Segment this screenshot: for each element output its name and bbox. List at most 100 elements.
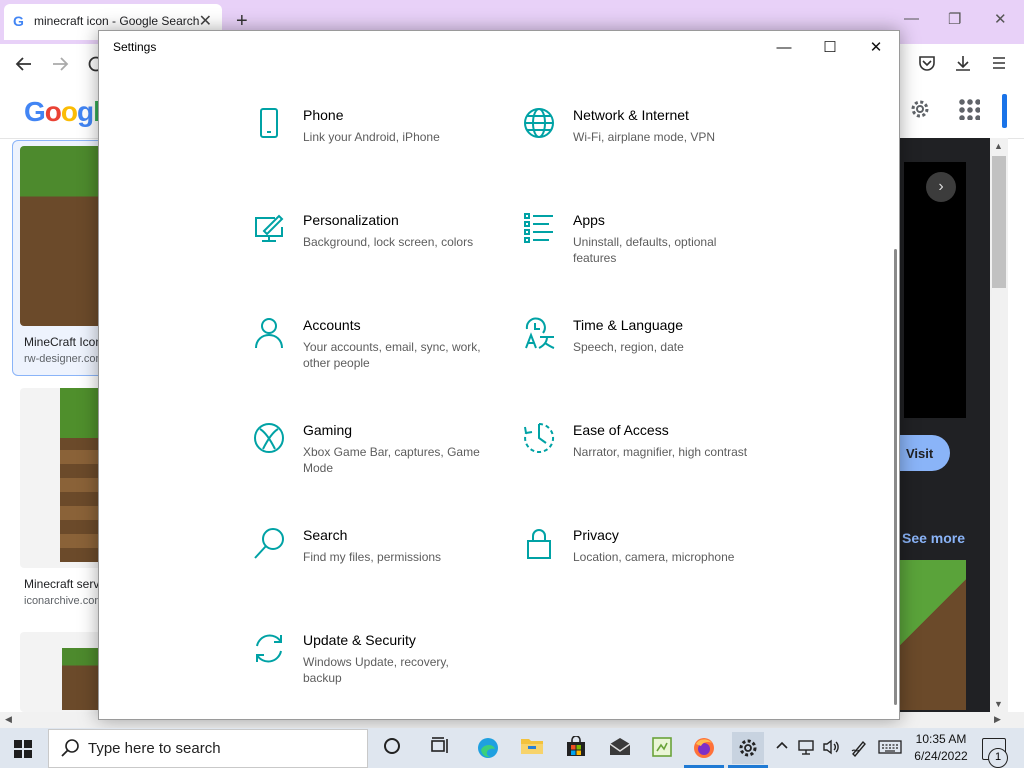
cortana-icon[interactable]	[378, 736, 406, 762]
settings-scrollbar[interactable]	[894, 249, 897, 705]
settings-tile-privacy[interactable]: Privacy Location, camera, microphone	[523, 527, 763, 617]
tab-title: minecraft icon - Google Search	[34, 14, 200, 28]
see-more-link[interactable]: See more	[902, 530, 965, 546]
scroll-left-icon[interactable]: ◀	[5, 714, 12, 725]
result-title[interactable]: Minecraft server	[24, 577, 100, 591]
pocket-icon[interactable]	[918, 54, 936, 77]
menu-icon[interactable]	[990, 54, 1008, 77]
next-arrow-icon[interactable]: ›	[926, 172, 956, 202]
gear-icon[interactable]	[908, 97, 932, 127]
settings-tile-network[interactable]: Network & Internet Wi-Fi, airplane mode,…	[523, 107, 763, 197]
firefox-icon[interactable]	[690, 736, 718, 762]
settings-tile-update-security[interactable]: Update & Security Windows Update, recove…	[253, 632, 493, 722]
maximize-button[interactable]: ☐	[807, 35, 853, 63]
tile-title: Apps	[573, 212, 605, 228]
ease-of-access-icon	[524, 422, 555, 453]
search-icon	[254, 528, 284, 559]
settings-tile-apps[interactable]: Apps Uninstall, defaults, optional featu…	[523, 212, 763, 302]
related-image[interactable]	[898, 560, 966, 710]
scroll-up-icon[interactable]: ▲	[994, 141, 1003, 151]
tile-description: Link your Android, iPhone	[303, 130, 440, 144]
system-clock[interactable]: 10:35 AM 6/24/2022	[908, 731, 974, 765]
tile-title: Phone	[303, 107, 344, 123]
apps-list-icon	[524, 213, 553, 243]
globe-icon	[524, 108, 554, 138]
sign-in-button[interactable]	[1002, 94, 1007, 128]
settings-tile-ease-of-access[interactable]: Ease of Access Narrator, magnifier, high…	[523, 422, 763, 512]
file-explorer-icon[interactable]	[518, 736, 546, 762]
notepad-plus-icon[interactable]	[648, 736, 676, 762]
visit-button[interactable]: Visit	[898, 435, 950, 471]
mail-icon[interactable]	[606, 736, 634, 762]
settings-tile-personalization[interactable]: Personalization Background, lock screen,…	[253, 212, 493, 302]
google-logo[interactable]: Googl	[24, 96, 101, 128]
person-icon	[255, 318, 283, 349]
microsoft-store-icon[interactable]	[562, 735, 590, 762]
tile-description: Location, camera, microphone	[573, 550, 735, 564]
settings-tile-accounts[interactable]: Accounts Your accounts, email, sync, wor…	[253, 317, 493, 407]
tile-description: Speech, region, date	[573, 340, 684, 354]
window-title: Settings	[113, 40, 157, 54]
settings-tile-gaming[interactable]: Gaming Xbox Game Bar, captures, Game Mod…	[253, 422, 493, 512]
clock-time: 10:35 AM	[915, 732, 967, 746]
settings-window: Settings — ☐ ✕ Phone Link your Android, …	[98, 30, 900, 720]
result-source: iconarchive.com	[24, 595, 100, 607]
minimize-button[interactable]: —	[761, 35, 807, 63]
tile-title: Time & Language	[573, 317, 683, 333]
tile-title: Ease of Access	[573, 422, 669, 438]
tile-title: Update & Security	[303, 632, 416, 648]
windows-start-icon[interactable]	[14, 740, 32, 763]
tile-description: Windows Update, recovery, backup	[303, 655, 449, 685]
grass-top-decoration	[60, 388, 100, 438]
settings-gear-icon[interactable]	[732, 732, 764, 764]
google-apps-icon[interactable]	[958, 98, 980, 120]
tile-description: Narrator, magnifier, high contrast	[573, 445, 748, 459]
show-hidden-icons-icon[interactable]	[776, 739, 788, 755]
minecraft-grass-block-thumbnail[interactable]	[20, 146, 102, 326]
browser-minimize-button[interactable]: —	[904, 10, 919, 27]
tile-title: Accounts	[303, 317, 361, 333]
tile-title: Network & Internet	[573, 107, 689, 123]
google-favicon-icon: G	[13, 13, 24, 29]
tile-description: Background, lock screen, colors	[303, 235, 474, 249]
tile-description: Find my files, permissions	[303, 550, 442, 564]
scroll-right-icon[interactable]: ▶	[994, 714, 1001, 725]
result-title[interactable]: MineCraft Icon	[24, 335, 100, 349]
browser-restore-button[interactable]: ❐	[948, 10, 961, 28]
result-source: rw-designer.com	[24, 353, 100, 365]
taskbar-search-placeholder[interactable]: Type here to search	[88, 740, 221, 757]
settings-tile-search[interactable]: Search Find my files, permissions	[253, 527, 493, 617]
scroll-down-icon[interactable]: ▼	[994, 699, 1003, 709]
time-language-icon	[525, 317, 555, 349]
pen-icon[interactable]	[850, 739, 868, 760]
tile-title: Search	[303, 527, 348, 543]
settings-tile-phone[interactable]: Phone Link your Android, iPhone	[253, 107, 493, 197]
minecraft-block-thumbnail[interactable]	[62, 648, 100, 710]
network-icon[interactable]	[798, 739, 816, 758]
close-button[interactable]: ✕	[853, 35, 899, 63]
personalization-icon	[255, 214, 284, 242]
lock-icon	[527, 529, 551, 559]
volume-icon[interactable]	[822, 739, 840, 758]
tile-description: Wi-Fi, airplane mode, VPN	[573, 130, 716, 144]
forward-arrow-icon[interactable]	[50, 54, 70, 79]
settings-tile-time-language[interactable]: Time & Language Speech, region, date	[523, 317, 763, 407]
back-arrow-icon[interactable]	[14, 54, 34, 79]
phone-icon	[260, 108, 278, 138]
page-scrollbar-thumb[interactable]	[992, 156, 1006, 288]
search-icon	[60, 738, 80, 763]
browser-close-button[interactable]: ✕	[994, 10, 1007, 28]
task-view-icon[interactable]	[426, 736, 454, 762]
tile-title: Privacy	[573, 527, 619, 543]
tab-close-icon[interactable]: ✕	[199, 11, 212, 31]
tile-description: Uninstall, defaults, optional features	[573, 235, 717, 265]
tile-description: Your accounts, email, sync, work, other …	[303, 340, 481, 370]
sync-icon	[256, 634, 282, 663]
touch-keyboard-icon[interactable]	[878, 739, 902, 758]
tile-description: Xbox Game Bar, captures, Game Mode	[303, 445, 480, 475]
download-icon[interactable]	[954, 54, 972, 77]
notification-count-badge: 1	[988, 748, 1008, 768]
tile-title: Personalization	[303, 212, 399, 228]
clock-date: 6/24/2022	[914, 749, 968, 763]
edge-browser-icon[interactable]	[474, 736, 502, 762]
